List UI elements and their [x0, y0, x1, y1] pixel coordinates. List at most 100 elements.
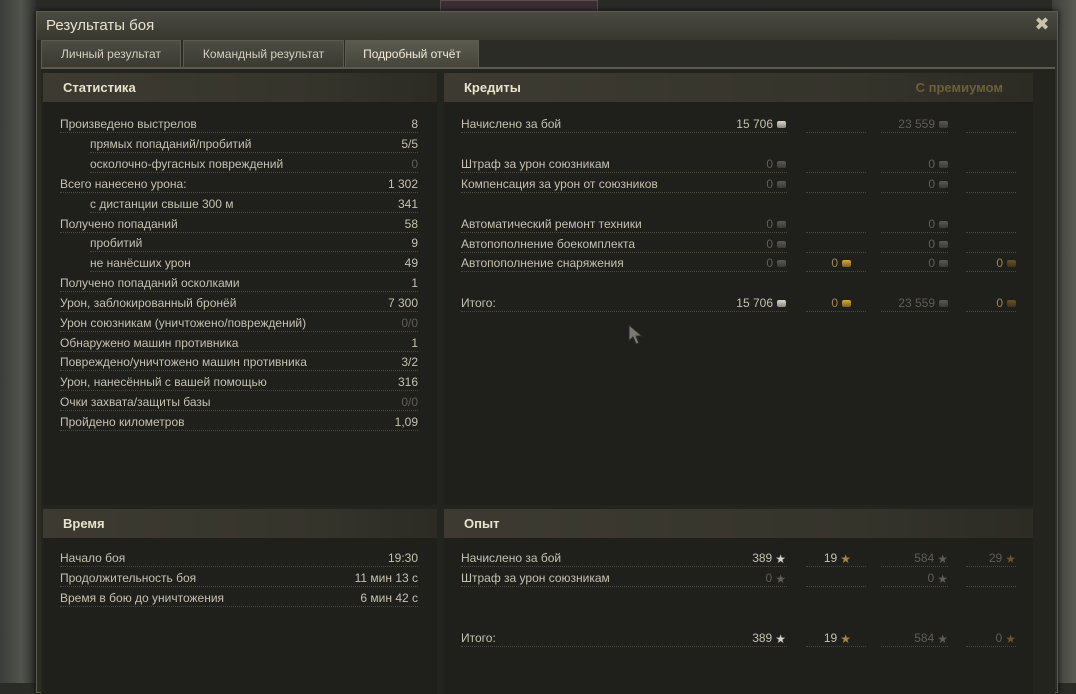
stat-row: Пройдено километров 1,09	[60, 413, 418, 432]
experience-title: Опыт	[464, 516, 500, 531]
value-cell: 0	[928, 157, 948, 171]
row-divider	[461, 172, 787, 173]
value-cell: 0	[766, 177, 786, 191]
value-text: 29	[988, 551, 1003, 565]
row-divider	[461, 252, 787, 253]
row-divider	[60, 586, 418, 587]
value-cell: 0	[766, 237, 786, 251]
xp-icon: ★	[775, 631, 786, 646]
value-cell: 389 ★	[752, 551, 786, 566]
credits-icon	[777, 241, 786, 249]
stat-label: Очки захвата/защиты базы	[60, 395, 211, 409]
credits-icon	[939, 221, 948, 229]
value-cell: 389 ★	[752, 631, 786, 646]
value-text: 0	[766, 256, 773, 270]
row-divider	[881, 252, 948, 253]
stat-label: Урон, заблокированный бронёй	[60, 296, 237, 310]
stat-value: 3/2	[401, 355, 418, 369]
stat-value: 9	[411, 236, 418, 250]
gold-icon	[1007, 300, 1016, 308]
row-divider	[461, 192, 787, 193]
experience-label: Штраф за урон союзникам	[461, 571, 610, 585]
credits-icon	[777, 260, 786, 268]
title-bar[interactable]: Результаты боя ✖	[37, 12, 1057, 40]
value-cell: 0	[928, 217, 948, 231]
value-text: 584	[914, 551, 935, 565]
tab-detailed-report[interactable]: Подробный отчёт	[345, 40, 479, 67]
row-divider	[60, 370, 418, 371]
time-panel: Время Начало боя 19:30 Продолжительность б…	[43, 509, 437, 694]
stat-value: 1,09	[394, 415, 418, 429]
mouse-cursor-icon	[628, 324, 644, 345]
credits-icon	[777, 181, 786, 189]
row-divider	[806, 311, 866, 312]
value-text: 0	[928, 256, 935, 270]
row-divider	[881, 172, 948, 173]
time-label: Продолжительность боя	[60, 571, 197, 585]
experience-panel: Опыт Начислено за бой 389 ★ 19 ★ 584 ★ 29 ★ Штраф…	[444, 509, 1033, 694]
credits-label: Начислено за бой	[461, 117, 562, 131]
value-text: 0	[766, 217, 773, 231]
row-divider	[881, 271, 948, 272]
stat-row: с дистанции свыше 300 м 341	[60, 195, 418, 214]
stat-row: Урон союзникам (уничтожено/повреждений) 0…	[60, 314, 418, 333]
row-divider	[806, 232, 866, 233]
free-xp-icon: ★	[840, 551, 851, 566]
credits-panel: Кредиты С премиумом Начислено за бой 15 7…	[444, 73, 1033, 505]
row-divider	[461, 132, 787, 133]
value-text: 584	[914, 631, 935, 645]
credits-icon	[777, 221, 786, 229]
time-row: Время в бою до уничтожения 6 мин 42 с	[60, 589, 418, 608]
value-text: 389	[752, 631, 773, 645]
credits-icon	[777, 300, 786, 308]
stat-value: 49	[404, 256, 418, 270]
row-divider	[881, 311, 948, 312]
row-divider	[60, 331, 418, 332]
stat-value: 316	[397, 375, 418, 389]
experience-row: Итого: 389 ★ 19 ★ 584 ★ 0 ★	[461, 629, 1016, 648]
tab-team-result[interactable]: Командный результат	[183, 40, 344, 67]
value-cell: 19 ★	[824, 551, 851, 566]
stat-value: 341	[397, 197, 418, 211]
stat-row: Всего нанесено урона: 1 302	[60, 175, 418, 194]
stat-label: с дистанции свыше 300 м	[90, 197, 234, 211]
value-text: 23 559	[898, 117, 935, 131]
credits-header: Кредиты С премиумом	[444, 73, 1033, 102]
time-title: Время	[63, 516, 105, 531]
credits-icon	[777, 161, 786, 169]
free-xp-icon: ★	[1005, 551, 1016, 566]
row-divider	[966, 192, 1016, 193]
row-divider	[806, 192, 866, 193]
row-divider	[461, 586, 787, 587]
value-cell: 15 706	[736, 296, 786, 310]
value-cell: 0	[928, 256, 948, 270]
value-cell: 584 ★	[914, 631, 948, 646]
row-divider	[60, 606, 418, 607]
stat-value: 58	[404, 217, 418, 231]
time-row: Продолжительность боя 11 мин 13 с	[60, 569, 418, 588]
row-divider	[881, 586, 948, 587]
experience-header: Опыт	[444, 509, 1033, 538]
row-divider	[966, 586, 1016, 587]
row-divider	[461, 271, 787, 272]
tab-personal-result[interactable]: Личный результат	[41, 40, 181, 67]
row-divider	[60, 351, 418, 352]
stat-value: 0/0	[401, 316, 418, 330]
xp-icon: ★	[937, 571, 948, 586]
row-divider	[806, 646, 866, 647]
row-divider	[966, 311, 1016, 312]
credits-row: Компенсация за урон от союзников 0 0	[461, 175, 1016, 194]
experience-label: Итого:	[461, 631, 496, 645]
row-divider	[806, 586, 866, 587]
time-value: 11 мин 13 с	[354, 571, 418, 585]
value-text: 0	[928, 237, 935, 251]
value-cell: 19 ★	[824, 631, 851, 646]
close-icon[interactable]: ✖	[1032, 14, 1052, 34]
credits-label: Компенсация за урон от союзников	[461, 177, 658, 191]
row-divider	[60, 232, 418, 233]
row-divider	[966, 646, 1016, 647]
stat-row: Очки захвата/защиты базы 0/0	[60, 393, 418, 412]
time-value: 19:30	[387, 551, 418, 565]
stat-label: Произведено выстрелов	[60, 117, 197, 131]
row-divider	[881, 566, 948, 567]
